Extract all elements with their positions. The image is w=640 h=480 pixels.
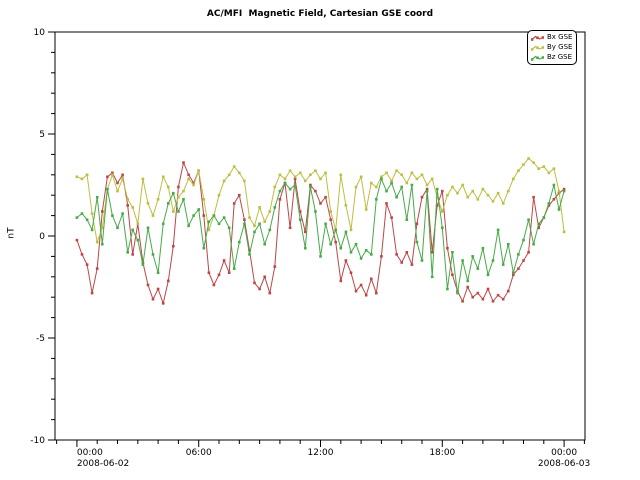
legend-label-by: By GSE — [547, 43, 572, 52]
svg-text:0: 0 — [39, 232, 45, 242]
plot-frame — [55, 32, 585, 440]
legend-box: Bx GSE By GSE Bz GSE — [527, 30, 577, 65]
legend-item-bx[interactable]: Bx GSE — [531, 33, 572, 42]
plot-window: AC/MFI Magnetic Field, Cartesian GSE coo… — [0, 0, 640, 480]
svg-text:-10: -10 — [30, 436, 45, 446]
svg-text:18:00: 18:00 — [429, 448, 455, 458]
svg-text:5: 5 — [39, 130, 45, 140]
x-axis: 00:002008-06-0206:0012:0018:0000:002008-… — [57, 440, 591, 469]
svg-text:-5: -5 — [36, 334, 45, 344]
bx-line-sample-icon — [531, 34, 544, 42]
svg-text:00:00: 00:00 — [77, 448, 103, 458]
plot-canvas[interactable]: 1050-5-1000:002008-06-0206:0012:0018:000… — [0, 0, 640, 480]
series-by-gse — [76, 157, 566, 243]
y-axis: 10 5 0 -5 -10 — [30, 28, 55, 446]
svg-text:2008-06-03: 2008-06-03 — [538, 459, 590, 469]
svg-text:06:00: 06:00 — [186, 448, 212, 458]
svg-text:12:00: 12:00 — [308, 448, 334, 458]
svg-text:2008-06-02: 2008-06-02 — [77, 459, 129, 469]
svg-text:00:00: 00:00 — [551, 448, 577, 458]
svg-text:10: 10 — [34, 28, 46, 38]
legend-label-bx: Bx GSE — [547, 33, 572, 42]
bz-line-sample-icon — [531, 54, 544, 62]
series-bz-gse — [76, 178, 566, 295]
legend-item-bz[interactable]: Bz GSE — [531, 53, 572, 62]
legend-label-bz: Bz GSE — [547, 53, 572, 62]
by-line-sample-icon — [531, 44, 544, 52]
legend-item-by[interactable]: By GSE — [531, 43, 572, 52]
